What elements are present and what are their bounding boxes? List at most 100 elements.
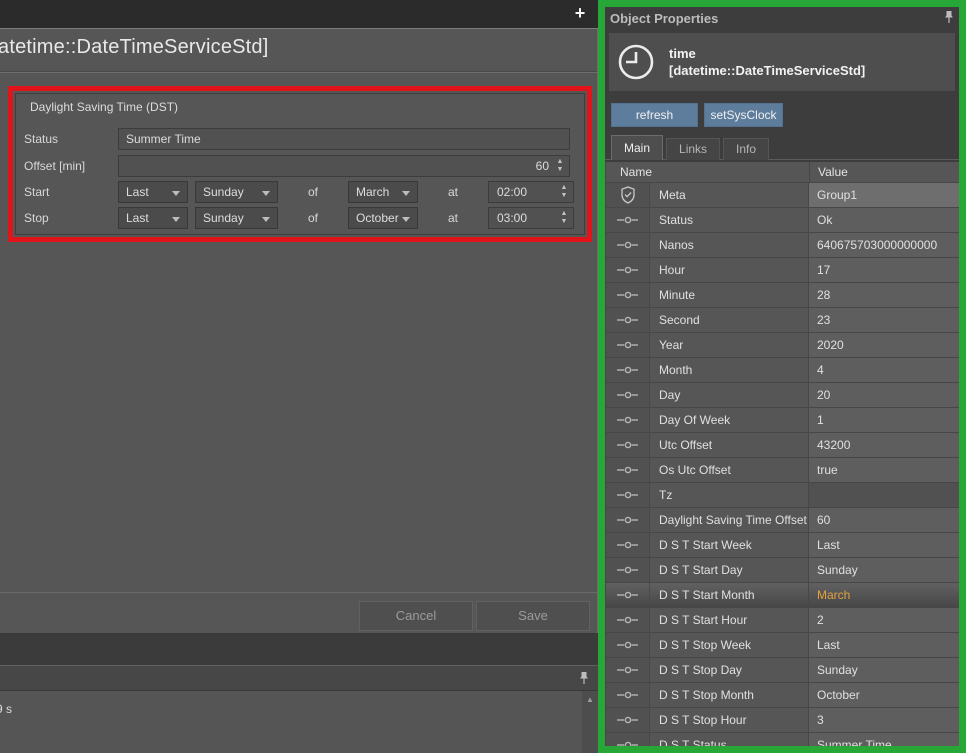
table-body: Meta Group1 Status Ok bbox=[606, 183, 959, 746]
property-value[interactable]: 23 bbox=[809, 308, 959, 332]
property-name: Hour bbox=[650, 258, 809, 282]
table-row[interactable]: Status Ok bbox=[606, 208, 959, 233]
table-row[interactable]: Nanos 640675703000000000 bbox=[606, 233, 959, 258]
cancel-button[interactable]: Cancel bbox=[359, 601, 473, 631]
scroll-up-icon[interactable]: ▲ bbox=[582, 691, 598, 704]
table-row[interactable]: D S T Start Day Sunday bbox=[606, 558, 959, 583]
row-icon-cell bbox=[606, 258, 650, 282]
column-header-value[interactable]: Value bbox=[810, 162, 959, 182]
spinner-arrows-icon[interactable]: ▲▼ bbox=[554, 157, 566, 175]
table-row[interactable]: D S T Start Week Last bbox=[606, 533, 959, 558]
save-button[interactable]: Save bbox=[476, 601, 590, 631]
node-icon bbox=[617, 216, 639, 224]
start-time-spinner[interactable]: 02:00 ▲▼ bbox=[488, 181, 574, 203]
property-value[interactable]: 2 bbox=[809, 608, 959, 632]
property-value[interactable]: 4 bbox=[809, 358, 959, 382]
node-icon bbox=[617, 291, 639, 299]
start-month-dropdown[interactable]: March bbox=[348, 181, 418, 203]
property-name: Status bbox=[650, 208, 809, 232]
table-row[interactable]: Month 4 bbox=[606, 358, 959, 383]
log-scrollbar[interactable]: ▲ bbox=[582, 691, 598, 753]
table-row[interactable]: Tz bbox=[606, 483, 959, 508]
property-value[interactable]: 20 bbox=[809, 383, 959, 407]
stop-day-dropdown[interactable]: Sunday bbox=[195, 207, 278, 229]
property-value[interactable]: 2020 bbox=[809, 333, 959, 357]
table-row[interactable]: Second 23 bbox=[606, 308, 959, 333]
tab-main[interactable]: Main bbox=[611, 135, 663, 160]
pin-icon[interactable] bbox=[578, 671, 590, 685]
row-icon-cell bbox=[606, 208, 650, 232]
table-row[interactable]: Os Utc Offset true bbox=[606, 458, 959, 483]
row-icon-cell bbox=[606, 358, 650, 382]
table-row[interactable]: Meta Group1 bbox=[606, 183, 959, 208]
tab-links[interactable]: Links bbox=[666, 138, 720, 160]
table-row[interactable]: Year 2020 bbox=[606, 333, 959, 358]
log-line: 9 s bbox=[0, 701, 45, 718]
stop-time-spinner[interactable]: 03:00 ▲▼ bbox=[488, 207, 574, 229]
property-value[interactable]: 43200 bbox=[809, 433, 959, 457]
stop-month-dropdown[interactable]: October bbox=[348, 207, 418, 229]
property-value[interactable]: Last bbox=[809, 633, 959, 657]
property-value[interactable]: Sunday bbox=[809, 658, 959, 682]
property-value[interactable]: Last bbox=[809, 533, 959, 557]
red-annotation-rectangle: Daylight Saving Time (DST) Status Summer… bbox=[8, 86, 592, 242]
start-week-dropdown[interactable]: Last bbox=[118, 181, 188, 203]
spinner-arrows-icon[interactable]: ▲▼ bbox=[558, 209, 570, 227]
property-value[interactable]: March bbox=[809, 583, 959, 607]
node-icon bbox=[617, 316, 639, 324]
property-value[interactable]: true bbox=[809, 458, 959, 482]
property-value[interactable]: Group1 bbox=[809, 183, 959, 207]
offset-value: 60 bbox=[119, 159, 569, 173]
column-header-name[interactable]: Name bbox=[606, 162, 810, 182]
tab-bar: + bbox=[0, 0, 598, 28]
node-icon bbox=[617, 616, 639, 624]
table-row[interactable]: Utc Offset 43200 bbox=[606, 433, 959, 458]
tab-info[interactable]: Info bbox=[723, 138, 769, 160]
table-row[interactable]: D S T Stop Day Sunday bbox=[606, 658, 959, 683]
property-value[interactable]: Sunday bbox=[809, 558, 959, 582]
table-row[interactable]: Minute 28 bbox=[606, 283, 959, 308]
property-value[interactable]: October bbox=[809, 683, 959, 707]
add-tab-button[interactable]: + bbox=[570, 3, 590, 23]
property-name: Nanos bbox=[650, 233, 809, 257]
object-type: [datetime::DateTimeServiceStd] bbox=[669, 62, 865, 79]
property-value[interactable]: Ok bbox=[809, 208, 959, 232]
node-icon bbox=[617, 241, 639, 249]
refresh-button[interactable]: refresh bbox=[611, 103, 698, 127]
table-row[interactable]: D S T Stop Hour 3 bbox=[606, 708, 959, 733]
table-row[interactable]: Day Of Week 1 bbox=[606, 408, 959, 433]
object-properties-titlebar: Object Properties bbox=[605, 7, 959, 29]
table-row[interactable]: D S T Status Summer Time bbox=[606, 733, 959, 746]
table-row[interactable]: Hour 17 bbox=[606, 258, 959, 283]
log-panel-content: ▲ 520384 s 9 s bbox=[0, 691, 598, 753]
tab-strip: Main Links Info bbox=[605, 134, 959, 160]
table-row[interactable]: D S T Stop Month October bbox=[606, 683, 959, 708]
setsysclock-button[interactable]: setSysClock bbox=[704, 103, 783, 127]
log-panel: ▲ 520384 s 9 s bbox=[0, 665, 598, 753]
table-row[interactable]: D S T Start Hour 2 bbox=[606, 608, 959, 633]
table-row[interactable]: Daylight Saving Time Offset 60 bbox=[606, 508, 959, 533]
spinner-arrows-icon[interactable]: ▲▼ bbox=[558, 183, 570, 201]
status-input[interactable]: Summer Time bbox=[118, 128, 570, 150]
stop-week-dropdown[interactable]: Last bbox=[118, 207, 188, 229]
table-row[interactable]: D S T Start Month March bbox=[606, 583, 959, 608]
offset-spinner[interactable]: 60 ▲▼ bbox=[118, 155, 570, 177]
row-icon-cell bbox=[606, 433, 650, 457]
property-value[interactable]: 640675703000000000 bbox=[809, 233, 959, 257]
property-value[interactable]: 3 bbox=[809, 708, 959, 732]
property-value[interactable]: 17 bbox=[809, 258, 959, 282]
pin-icon[interactable] bbox=[943, 10, 955, 24]
property-value[interactable]: 60 bbox=[809, 508, 959, 532]
property-value[interactable]: Summer Time bbox=[809, 733, 959, 746]
table-row[interactable]: Day 20 bbox=[606, 383, 959, 408]
start-day-dropdown[interactable]: Sunday bbox=[195, 181, 278, 203]
property-name: Day Of Week bbox=[650, 408, 809, 432]
property-value[interactable]: 1 bbox=[809, 408, 959, 432]
property-value[interactable] bbox=[809, 483, 959, 507]
row-icon-cell bbox=[606, 233, 650, 257]
property-name: Meta bbox=[650, 183, 809, 207]
property-name: D S T Start Week bbox=[650, 533, 809, 557]
table-row[interactable]: D S T Stop Week Last bbox=[606, 633, 959, 658]
of-label: of bbox=[278, 211, 348, 225]
property-value[interactable]: 28 bbox=[809, 283, 959, 307]
